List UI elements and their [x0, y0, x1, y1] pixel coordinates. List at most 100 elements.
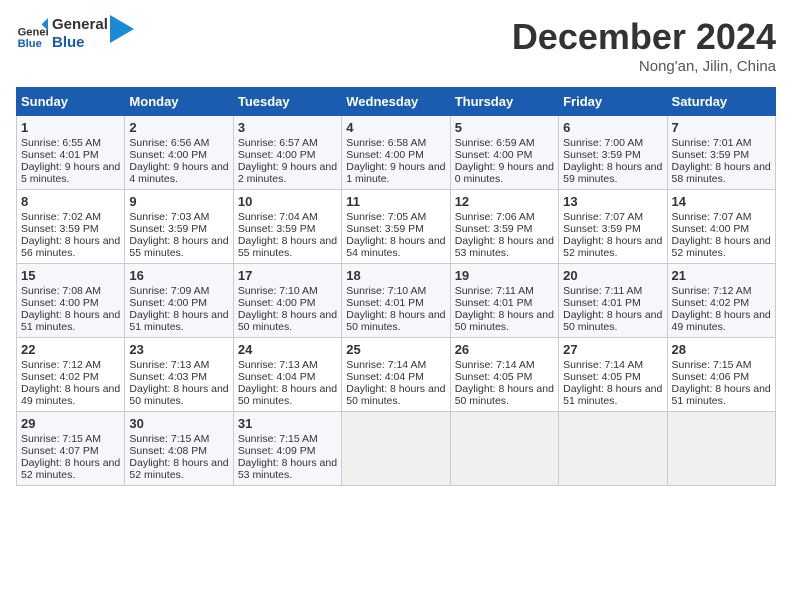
calendar-cell: 12Sunrise: 7:06 AMSunset: 3:59 PMDayligh… — [450, 190, 558, 264]
daylight-label: Daylight: 8 hours and 56 minutes. — [21, 235, 120, 259]
day-of-week-header: Friday — [559, 88, 667, 116]
sunset-label: Sunset: 4:00 PM — [129, 149, 207, 161]
daylight-label: Daylight: 8 hours and 52 minutes. — [563, 235, 662, 259]
calendar-week-row: 29Sunrise: 7:15 AMSunset: 4:07 PMDayligh… — [17, 412, 776, 486]
day-number: 3 — [238, 120, 337, 135]
calendar-cell: 27Sunrise: 7:14 AMSunset: 4:05 PMDayligh… — [559, 338, 667, 412]
day-number: 15 — [21, 268, 120, 283]
day-number: 1 — [21, 120, 120, 135]
daylight-label: Daylight: 8 hours and 55 minutes. — [129, 235, 228, 259]
svg-text:Blue: Blue — [18, 38, 42, 50]
day-of-week-header: Tuesday — [233, 88, 341, 116]
calendar-cell: 28Sunrise: 7:15 AMSunset: 4:06 PMDayligh… — [667, 338, 775, 412]
sunrise-label: Sunrise: 6:59 AM — [455, 137, 535, 149]
day-number: 19 — [455, 268, 554, 283]
calendar-cell: 15 Sunrise: 7:08 AMSunset: 4:00 PMDayligh… — [17, 264, 125, 338]
daylight-label: Daylight: 9 hours and 0 minutes. — [455, 161, 554, 185]
calendar-cell: 24Sunrise: 7:13 AMSunset: 4:04 PMDayligh… — [233, 338, 341, 412]
sunset-label: Sunset: 4:00 PM — [21, 297, 99, 309]
day-of-week-header: Thursday — [450, 88, 558, 116]
daylight-label: Daylight: 9 hours and 1 minute. — [346, 161, 445, 185]
calendar-cell: 19Sunrise: 7:11 AMSunset: 4:01 PMDayligh… — [450, 264, 558, 338]
day-number: 22 — [21, 342, 120, 357]
daylight-label: Daylight: 9 hours and 5 minutes. — [21, 161, 120, 185]
sunset-label: Sunset: 4:01 PM — [455, 297, 533, 309]
logo-icon: General Blue — [16, 18, 48, 50]
day-of-week-header: Monday — [125, 88, 233, 116]
daylight-label: Daylight: 8 hours and 50 minutes. — [346, 309, 445, 333]
sunset-label: Sunset: 4:00 PM — [238, 297, 316, 309]
svg-text:General: General — [18, 27, 48, 39]
sunrise-label: Sunrise: 7:12 AM — [21, 359, 101, 371]
sunrise-label: Sunrise: 7:05 AM — [346, 211, 426, 223]
daylight-label: Daylight: 8 hours and 54 minutes. — [346, 235, 445, 259]
daylight-label: Daylight: 8 hours and 50 minutes. — [455, 309, 554, 333]
day-number: 16 — [129, 268, 228, 283]
daylight-label: Daylight: 8 hours and 49 minutes. — [672, 309, 771, 333]
daylight-label: Daylight: 8 hours and 51 minutes. — [21, 309, 120, 333]
day-number: 14 — [672, 194, 771, 209]
sunrise-label: Sunrise: 7:08 AM — [21, 285, 101, 297]
calendar-cell: 6Sunrise: 7:00 AMSunset: 3:59 PMDaylight… — [559, 116, 667, 190]
sunrise-label: Sunrise: 7:01 AM — [672, 137, 752, 149]
sunrise-label: Sunrise: 7:07 AM — [672, 211, 752, 223]
day-number: 18 — [346, 268, 445, 283]
day-number: 5 — [455, 120, 554, 135]
daylight-label: Daylight: 8 hours and 50 minutes. — [238, 309, 337, 333]
calendar-cell: 2Sunrise: 6:56 AMSunset: 4:00 PMDaylight… — [125, 116, 233, 190]
sunrise-label: Sunrise: 7:07 AM — [563, 211, 643, 223]
calendar-cell: 10Sunrise: 7:04 AMSunset: 3:59 PMDayligh… — [233, 190, 341, 264]
sunrise-label: Sunrise: 7:14 AM — [346, 359, 426, 371]
calendar-cell: 3Sunrise: 6:57 AMSunset: 4:00 PMDaylight… — [233, 116, 341, 190]
sunset-label: Sunset: 4:02 PM — [21, 371, 99, 383]
sunrise-label: Sunrise: 7:04 AM — [238, 211, 318, 223]
sunrise-label: Sunrise: 7:09 AM — [129, 285, 209, 297]
sunset-label: Sunset: 3:59 PM — [563, 149, 641, 161]
daylight-label: Daylight: 8 hours and 53 minutes. — [238, 457, 337, 481]
calendar-cell: 4Sunrise: 6:58 AMSunset: 4:00 PMDaylight… — [342, 116, 450, 190]
sunrise-label: Sunrise: 7:13 AM — [238, 359, 318, 371]
daylight-label: Daylight: 8 hours and 50 minutes. — [129, 383, 228, 407]
sunset-label: Sunset: 4:08 PM — [129, 445, 207, 457]
sunset-label: Sunset: 4:01 PM — [346, 297, 424, 309]
sunrise-label: Sunrise: 7:15 AM — [238, 433, 318, 445]
month-title: December 2024 — [512, 16, 776, 58]
calendar-table: SundayMondayTuesdayWednesdayThursdayFrid… — [16, 87, 776, 486]
sunset-label: Sunset: 4:00 PM — [455, 149, 533, 161]
sunrise-label: Sunrise: 6:56 AM — [129, 137, 209, 149]
day-number: 9 — [129, 194, 228, 209]
sunrise-label: Sunrise: 7:11 AM — [563, 285, 642, 297]
calendar-cell: 23Sunrise: 7:13 AMSunset: 4:03 PMDayligh… — [125, 338, 233, 412]
calendar-cell: 25Sunrise: 7:14 AMSunset: 4:04 PMDayligh… — [342, 338, 450, 412]
daylight-label: Daylight: 8 hours and 53 minutes. — [455, 235, 554, 259]
daylight-label: Daylight: 8 hours and 52 minutes. — [21, 457, 120, 481]
sunset-label: Sunset: 4:02 PM — [672, 297, 750, 309]
calendar-cell: 21Sunrise: 7:12 AMSunset: 4:02 PMDayligh… — [667, 264, 775, 338]
calendar-cell: 18Sunrise: 7:10 AMSunset: 4:01 PMDayligh… — [342, 264, 450, 338]
day-number: 20 — [563, 268, 662, 283]
day-number: 4 — [346, 120, 445, 135]
daylight-label: Daylight: 8 hours and 58 minutes. — [672, 161, 771, 185]
sunrise-label: Sunrise: 7:15 AM — [672, 359, 752, 371]
day-number: 21 — [672, 268, 771, 283]
calendar-week-row: 15Sunrise: 7:08 AMSunset: 4:00 PMDayligh… — [17, 264, 776, 338]
sunrise-label: Sunrise: 7:00 AM — [563, 137, 643, 149]
location: Nong'an, Jilin, China — [512, 58, 776, 75]
sunrise-label: Sunrise: 7:15 AM — [21, 433, 101, 445]
calendar-cell: 29Sunrise: 7:15 AMSunset: 4:07 PMDayligh… — [17, 412, 125, 486]
sunset-label: Sunset: 4:01 PM — [563, 297, 641, 309]
calendar-week-row: 22 Sunrise: 7:12 AMSunset: 4:02 PM Dayligh… — [17, 338, 776, 412]
daylight-label: Daylight: 8 hours and 51 minutes. — [563, 383, 662, 407]
day-number: 23 — [129, 342, 228, 357]
logo-blue: Blue — [52, 34, 108, 52]
calendar-cell: 5 Sunrise: 6:59 AMSunset: 4:00 PMDaylight… — [450, 116, 558, 190]
sunrise-label: Sunrise: 7:03 AM — [129, 211, 209, 223]
day-number: 12 — [455, 194, 554, 209]
logo-arrow-icon — [110, 15, 134, 43]
sunset-label: Sunset: 4:00 PM — [238, 149, 316, 161]
sunset-label: Sunset: 4:00 PM — [346, 149, 424, 161]
sunset-label: Sunset: 3:59 PM — [21, 223, 99, 235]
daylight-label: Daylight: 8 hours and 51 minutes. — [129, 309, 228, 333]
sunrise-label: Sunrise: 6:57 AM — [238, 137, 318, 149]
day-number: 10 — [238, 194, 337, 209]
